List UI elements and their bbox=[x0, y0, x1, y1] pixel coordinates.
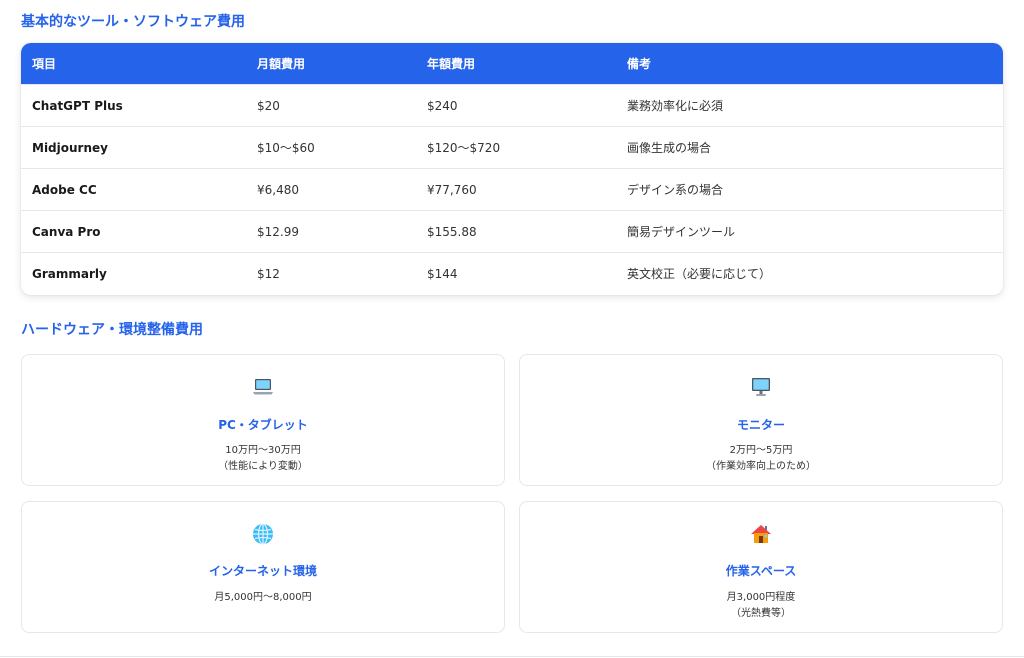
software-section-title: 基本的なツール・ソフトウェア費用 bbox=[21, 14, 245, 30]
pc-tablet-card: PC・タブレット 10万円〜30万円 （性能により変動） bbox=[21, 354, 505, 486]
cell-monthly: $10〜$60 bbox=[257, 141, 315, 155]
cell-yearly: $240 bbox=[427, 98, 458, 113]
hardware-section-title: ハードウェア・環境整備費用 bbox=[21, 322, 203, 338]
table-row: Grammarly $12 $144 英文校正（必要に応じて） bbox=[21, 252, 1003, 294]
cell-yearly: $144 bbox=[427, 266, 458, 281]
cell-item: ChatGPT Plus bbox=[32, 98, 123, 113]
cell-item: Midjourney bbox=[32, 140, 108, 155]
cell-item: Canva Pro bbox=[32, 224, 101, 239]
card-price: 10万円〜30万円 bbox=[225, 445, 301, 456]
cell-item: Adobe CC bbox=[32, 182, 97, 197]
card-note: （作業効率向上のため） bbox=[706, 461, 816, 472]
cell-monthly: ¥6,480 bbox=[257, 182, 299, 197]
card-price: 月3,000円程度 bbox=[726, 592, 796, 603]
globe-icon bbox=[253, 523, 273, 545]
table-row: Midjourney $10〜$60 $120〜$720 画像生成の場合 bbox=[21, 126, 1003, 168]
cell-note: 業務効率化に必須 bbox=[627, 99, 724, 113]
cell-note: 英文校正（必要に応じて） bbox=[627, 267, 772, 281]
header-note: 備考 bbox=[627, 57, 652, 71]
card-price: 2万円〜5万円 bbox=[729, 445, 793, 456]
internet-card: インターネット環境 月5,000円〜8,000円 bbox=[21, 501, 505, 633]
cell-note: 画像生成の場合 bbox=[627, 141, 712, 155]
cell-monthly: $12.99 bbox=[257, 224, 299, 239]
card-title: 作業スペース bbox=[725, 564, 797, 578]
cell-yearly: $120〜$720 bbox=[427, 141, 501, 155]
header-item: 項目 bbox=[32, 57, 57, 71]
table-row: Adobe CC ¥6,480 ¥77,760 デザイン系の場合 bbox=[21, 168, 1003, 210]
table-header: 項目 月額費用 年額費用 備考 bbox=[21, 43, 1003, 84]
laptop-icon bbox=[253, 379, 273, 395]
header-yearly: 年額費用 bbox=[427, 57, 476, 71]
cell-item: Grammarly bbox=[32, 266, 107, 281]
table-row: ChatGPT Plus $20 $240 業務効率化に必須 bbox=[21, 84, 1003, 126]
card-note: （性能により変動） bbox=[218, 461, 308, 472]
card-title: モニター bbox=[736, 418, 785, 432]
house-icon bbox=[751, 525, 771, 543]
card-price: 月5,000円〜8,000円 bbox=[214, 592, 312, 603]
monitor-icon bbox=[752, 378, 770, 396]
monitor-card: モニター 2万円〜5万円 （作業効率向上のため） bbox=[519, 354, 1003, 486]
cell-monthly: $12 bbox=[257, 266, 280, 281]
cell-yearly: ¥77,760 bbox=[427, 182, 477, 197]
card-title: インターネット環境 bbox=[208, 564, 317, 578]
workspace-card: 作業スペース 月3,000円程度 （光熱費等） bbox=[519, 501, 1003, 633]
card-note: （光熱費等） bbox=[731, 608, 791, 619]
cell-monthly: $20 bbox=[257, 98, 280, 113]
divider bbox=[0, 656, 1024, 657]
table-row: Canva Pro $12.99 $155.88 簡易デザインツール bbox=[21, 210, 1003, 252]
card-title: PC・タブレット bbox=[218, 418, 308, 432]
software-cost-table: 項目 月額費用 年額費用 備考 ChatGPT Plus $20 $240 業務… bbox=[21, 43, 1003, 295]
cell-note: 簡易デザインツール bbox=[627, 225, 736, 239]
header-monthly: 月額費用 bbox=[257, 57, 306, 71]
cell-note: デザイン系の場合 bbox=[627, 183, 724, 197]
cell-yearly: $155.88 bbox=[427, 224, 477, 239]
